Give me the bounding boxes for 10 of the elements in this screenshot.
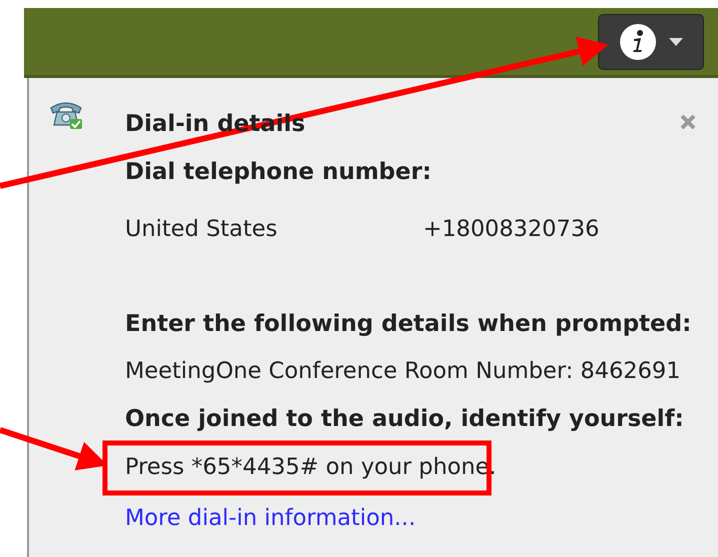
info-menu-button[interactable] — [598, 14, 704, 70]
caret-icon — [669, 38, 683, 46]
room-number-text: MeetingOne Conference Room Number: 8462691 — [125, 358, 682, 384]
phone-number: +18008320736 — [423, 216, 600, 242]
info-icon — [619, 22, 657, 60]
more-info-link[interactable]: More dial-in information... — [125, 505, 416, 531]
section-heading: Enter the following details when prompted: — [125, 311, 692, 337]
section-heading: Once joined to the audio, identify yourself: — [125, 406, 685, 432]
section-heading: Dial telephone number: — [125, 159, 432, 185]
country-label: United States — [125, 216, 278, 242]
